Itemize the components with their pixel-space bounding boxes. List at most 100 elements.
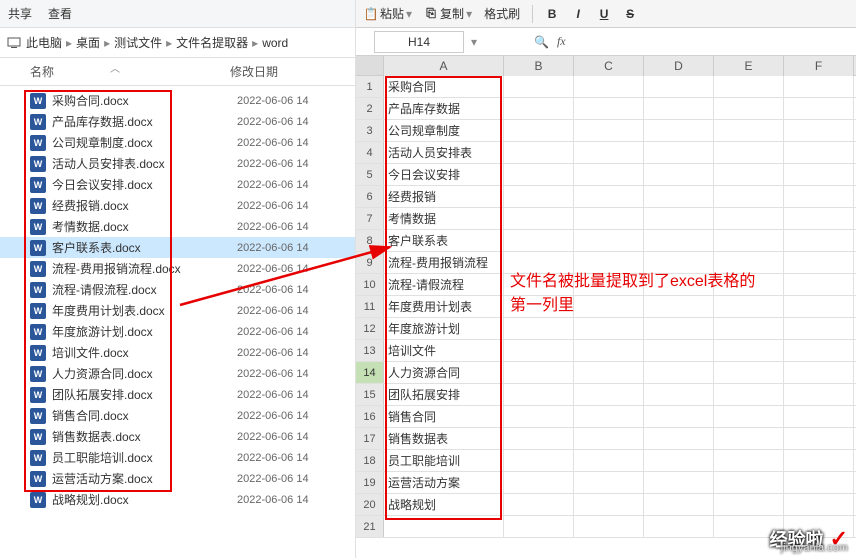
file-row[interactable]: W产品库存数据.docx2022-06-06 14	[0, 111, 355, 132]
cell[interactable]	[644, 142, 714, 163]
row-header[interactable]: 20	[356, 494, 384, 515]
row-header[interactable]: 11	[356, 296, 384, 317]
breadcrumb[interactable]: 此电脑 ▸ 桌面 ▸ 测试文件 ▸ 文件名提取器 ▸ word	[0, 28, 355, 58]
cell[interactable]	[714, 428, 784, 449]
cell[interactable]	[714, 98, 784, 119]
cell[interactable]	[574, 340, 644, 361]
cell[interactable]	[504, 384, 574, 405]
cell[interactable]	[504, 516, 574, 537]
cell[interactable]	[644, 340, 714, 361]
cell[interactable]	[504, 494, 574, 515]
row-header[interactable]: 15	[356, 384, 384, 405]
file-row[interactable]: W公司规章制度.docx2022-06-06 14	[0, 132, 355, 153]
cell[interactable]	[574, 428, 644, 449]
cell[interactable]: 采购合同	[384, 76, 504, 97]
cell[interactable]: 活动人员安排表	[384, 142, 504, 163]
cell[interactable]	[644, 208, 714, 229]
cell[interactable]	[784, 428, 854, 449]
search-icon[interactable]: 🔍	[534, 35, 549, 49]
cell[interactable]	[504, 318, 574, 339]
cell[interactable]	[574, 384, 644, 405]
cell[interactable]	[644, 120, 714, 141]
file-row[interactable]: W考情数据.docx2022-06-06 14	[0, 216, 355, 237]
cell[interactable]	[644, 318, 714, 339]
cell[interactable]	[644, 186, 714, 207]
row-header[interactable]: 21	[356, 516, 384, 537]
cell[interactable]	[504, 472, 574, 493]
cell[interactable]	[784, 406, 854, 427]
column-header-a[interactable]: A	[384, 56, 504, 76]
cell[interactable]: 运营活动方案	[384, 472, 504, 493]
cell[interactable]: 客户联系表	[384, 230, 504, 251]
cell[interactable]	[574, 318, 644, 339]
row-header[interactable]: 2	[356, 98, 384, 119]
cell[interactable]: 销售数据表	[384, 428, 504, 449]
cell[interactable]	[644, 428, 714, 449]
cell[interactable]	[784, 164, 854, 185]
breadcrumb-seg-0[interactable]: 此电脑	[26, 34, 62, 51]
cell[interactable]	[714, 76, 784, 97]
fx-icon[interactable]: fx	[557, 34, 566, 49]
cell[interactable]	[784, 494, 854, 515]
cell[interactable]	[574, 142, 644, 163]
cell[interactable]	[784, 120, 854, 141]
cell[interactable]	[714, 494, 784, 515]
breadcrumb-seg-2[interactable]: 测试文件	[114, 34, 162, 51]
row-header[interactable]: 14	[356, 362, 384, 383]
cell[interactable]	[714, 384, 784, 405]
column-header-e[interactable]: E	[714, 56, 784, 76]
file-row[interactable]: W战略规划.docx2022-06-06 14	[0, 489, 355, 510]
name-box-dropdown-icon[interactable]: ▾	[464, 35, 484, 49]
cell[interactable]	[574, 450, 644, 471]
cell[interactable]: 员工职能培训	[384, 450, 504, 471]
share-tab[interactable]: 共享	[8, 5, 32, 22]
cell[interactable]	[784, 340, 854, 361]
cell[interactable]	[504, 76, 574, 97]
column-name-header[interactable]: 名称	[30, 63, 230, 80]
underline-button[interactable]: U	[593, 7, 615, 21]
file-row[interactable]: W采购合同.docx2022-06-06 14	[0, 90, 355, 111]
cell[interactable]: 流程-费用报销流程	[384, 252, 504, 273]
cell[interactable]	[574, 186, 644, 207]
cell[interactable]: 今日会议安排	[384, 164, 504, 185]
column-header-c[interactable]: C	[574, 56, 644, 76]
cell[interactable]	[714, 340, 784, 361]
cell[interactable]	[574, 472, 644, 493]
cell[interactable]	[504, 230, 574, 251]
cell[interactable]	[504, 406, 574, 427]
cell[interactable]	[574, 516, 644, 537]
file-row[interactable]: W活动人员安排表.docx2022-06-06 14	[0, 153, 355, 174]
cell[interactable]	[574, 406, 644, 427]
cell[interactable]: 年度费用计划表	[384, 296, 504, 317]
cell[interactable]	[714, 406, 784, 427]
row-header[interactable]: 19	[356, 472, 384, 493]
row-header[interactable]: 16	[356, 406, 384, 427]
cell[interactable]	[784, 208, 854, 229]
file-row[interactable]: W客户联系表.docx2022-06-06 14	[0, 237, 355, 258]
cell[interactable]	[644, 516, 714, 537]
cell[interactable]	[784, 98, 854, 119]
cell[interactable]	[644, 98, 714, 119]
sort-asc-icon[interactable]: ︿	[110, 60, 120, 75]
row-header[interactable]: 10	[356, 274, 384, 295]
strike-button[interactable]: S	[619, 7, 641, 21]
cell[interactable]: 经费报销	[384, 186, 504, 207]
cell[interactable]	[504, 98, 574, 119]
cell[interactable]	[784, 472, 854, 493]
cell[interactable]	[714, 164, 784, 185]
cell[interactable]	[574, 362, 644, 383]
cell[interactable]	[714, 142, 784, 163]
breadcrumb-seg-4[interactable]: word	[262, 36, 288, 50]
cell[interactable]: 年度旅游计划	[384, 318, 504, 339]
row-header[interactable]: 18	[356, 450, 384, 471]
file-row[interactable]: W销售数据表.docx2022-06-06 14	[0, 426, 355, 447]
cell[interactable]	[784, 186, 854, 207]
breadcrumb-seg-1[interactable]: 桌面	[76, 34, 100, 51]
column-header-f[interactable]: F	[784, 56, 854, 76]
cell[interactable]	[784, 362, 854, 383]
cell[interactable]: 产品库存数据	[384, 98, 504, 119]
file-row[interactable]: W团队拓展安排.docx2022-06-06 14	[0, 384, 355, 405]
select-all-corner[interactable]	[356, 56, 384, 75]
row-header[interactable]: 13	[356, 340, 384, 361]
row-header[interactable]: 9	[356, 252, 384, 273]
